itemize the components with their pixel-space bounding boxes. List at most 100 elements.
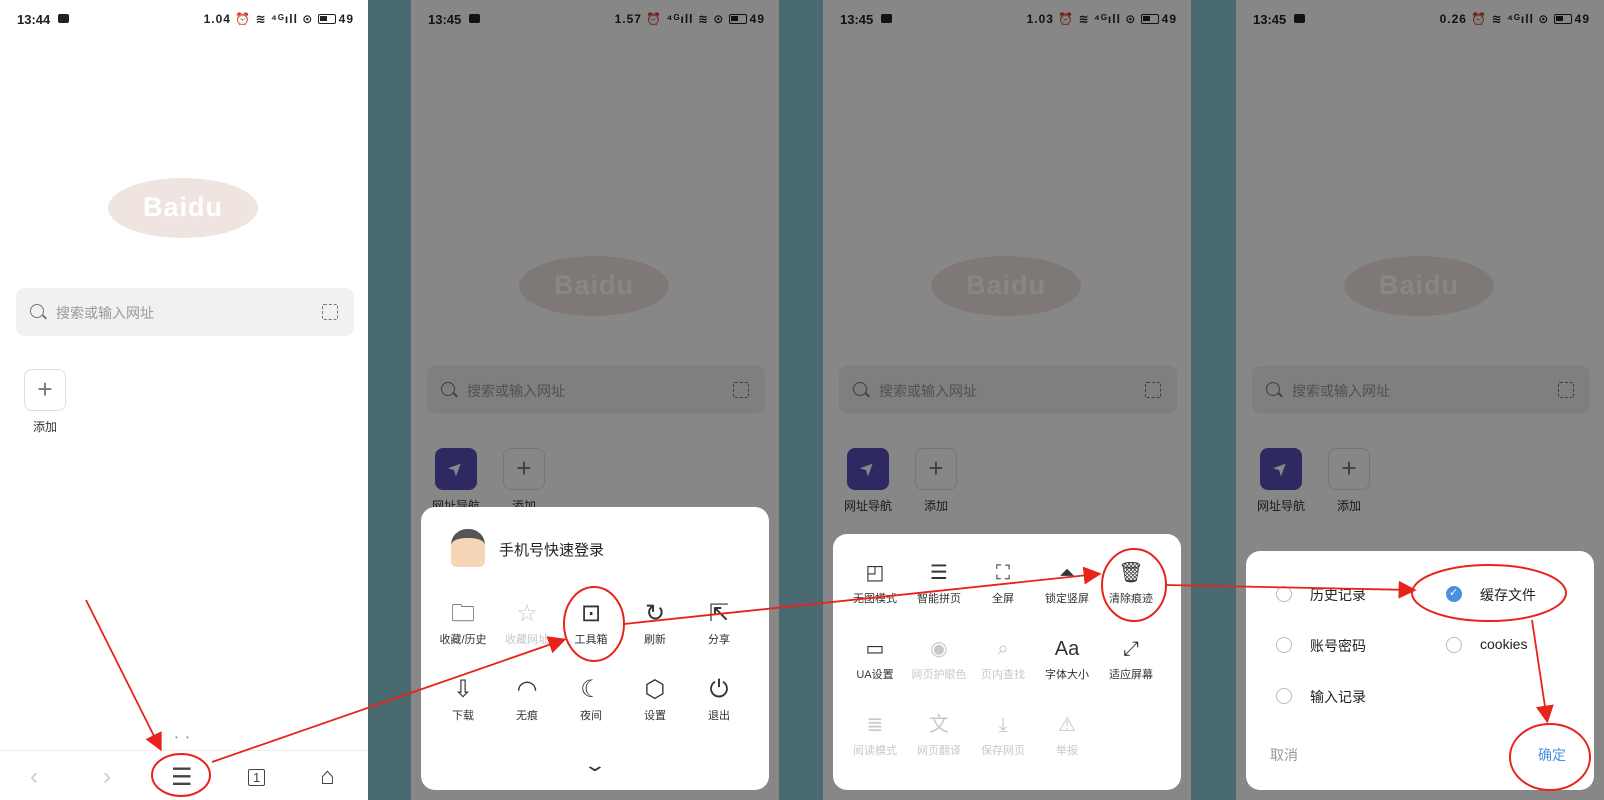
menu-button[interactable]: ☰ — [171, 763, 193, 792]
cookies-radio[interactable] — [1446, 637, 1462, 653]
tool-item-label: 网页翻译 — [917, 745, 961, 757]
tool-item-report[interactable]: ⚠ 举报 — [1035, 710, 1099, 758]
tool-item-label: 全屏 — [992, 593, 1014, 605]
menu-item-power[interactable]: ⏻ 退出 — [687, 675, 751, 723]
menu-item-label: 分享 — [708, 634, 730, 646]
download-icon: ⇩ — [452, 676, 474, 703]
menu-item-folder[interactable]: 🗀 收藏/历史 — [431, 599, 495, 647]
history-option[interactable]: 历史记录 — [1310, 585, 1366, 605]
tool-item-eye[interactable]: ◉ 网页护眼色 — [907, 634, 971, 682]
cancel-button[interactable]: 取消 — [1270, 745, 1298, 765]
login-text[interactable]: 手机号快速登录 — [499, 539, 604, 560]
tool-item-lock-portrait[interactable]: ⏶ 锁定竖屏 — [1035, 558, 1099, 606]
main-menu-sheet: 手机号快速登录 🗀 收藏/历史 ☆ 收藏网址 ⊡ 工具箱 ↻ 刷新 ⇱ 分享 ⇩ 下载 ◠ 无痕 ☾ 夜间 ⬡ 设… — [421, 507, 769, 790]
find-in-page-icon: ⌕ — [997, 638, 1009, 660]
battery-level: 49 — [338, 12, 354, 26]
menu-item-label: 设置 — [644, 710, 666, 722]
add-shortcut-button[interactable] — [24, 369, 66, 411]
tool-item-label: 无图模式 — [853, 593, 897, 605]
save-page-icon: ⤓ — [998, 714, 1008, 736]
report-icon: ⚠ — [1058, 714, 1076, 736]
cookies-option[interactable]: cookies — [1480, 636, 1527, 652]
phone-screen-4: 13:45 0.26 ⏰ ≋ ⁴ᴳıll ⊙ 49 Baidu 搜索或输入网址 … — [1236, 0, 1604, 800]
menu-item-label: 退出 — [708, 710, 730, 722]
menu-item-label: 夜间 — [580, 710, 602, 722]
tool-item-no-image[interactable]: ◰ 无图模式 — [843, 558, 907, 606]
menu-item-toolbox[interactable]: ⊡ 工具箱 — [559, 599, 623, 647]
tutorial-collage: 13:44 1.04 ⏰ ≋ ⁴ᴳıll ⊙ 49 Baidu 搜索或输入网址 … — [0, 0, 1604, 800]
tool-item-fullscreen[interactable]: ⛶ 全屏 — [971, 558, 1035, 606]
battery-icon — [317, 14, 336, 24]
cache-option[interactable]: 缓存文件 — [1480, 585, 1536, 605]
tool-item-label: 清除痕迹 — [1109, 593, 1153, 605]
menu-item-label: 工具箱 — [574, 634, 608, 646]
tool-item-font-size[interactable]: Aa 字体大小 — [1035, 634, 1099, 682]
tool-item-label: 智能拼页 — [917, 593, 961, 605]
monitor-icon: ▭ — [865, 638, 885, 660]
smart-page-icon: ☰ — [930, 562, 948, 584]
password-radio[interactable] — [1276, 637, 1292, 653]
home-button[interactable]: ⌂ — [320, 763, 335, 791]
ghost-icon: ◠ — [516, 676, 538, 703]
search-icon — [30, 304, 44, 318]
tool-item-label: 举报 — [1056, 745, 1078, 757]
tool-item-reader[interactable]: ≣ 阅读模式 — [843, 710, 907, 758]
tool-item-trash[interactable]: 🗑 清除痕迹 — [1099, 558, 1163, 606]
menu-item-moon[interactable]: ☾ 夜间 — [559, 675, 623, 723]
avatar[interactable] — [451, 529, 485, 567]
share-icon: ⇱ — [708, 600, 730, 627]
menu-item-label: 收藏网址 — [505, 634, 549, 646]
power-icon: ⏻ — [709, 676, 729, 703]
menu-item-settings[interactable]: ⬡ 设置 — [623, 675, 687, 723]
menu-item-refresh[interactable]: ↻ 刷新 — [623, 599, 687, 647]
tabs-button[interactable]: 1 — [248, 769, 266, 786]
toolbox-icon: ⊡ — [580, 600, 602, 627]
menu-item-label: 下载 — [452, 710, 474, 722]
status-indicators: 1.04 ⏰ ≋ ⁴ᴳıll ⊙ — [203, 12, 314, 26]
fullscreen-icon: ⛶ — [996, 562, 1010, 584]
star-icon: ☆ — [516, 600, 538, 627]
reader-icon: ≣ — [866, 714, 884, 736]
fit-screen-icon: ⤢ — [1123, 638, 1139, 660]
tool-item-label: 锁定竖屏 — [1045, 593, 1089, 605]
search-box[interactable]: 搜索或输入网址 — [16, 288, 354, 336]
menu-item-star[interactable]: ☆ 收藏网址 — [495, 599, 559, 647]
tool-item-save-page[interactable]: ⤓ 保存网页 — [971, 710, 1035, 758]
tool-item-smart-page[interactable]: ☰ 智能拼页 — [907, 558, 971, 606]
confirm-button[interactable]: 确定 — [1538, 745, 1566, 765]
moon-icon: ☾ — [580, 676, 602, 703]
tool-item-label: UA设置 — [856, 669, 894, 681]
message-icon — [58, 14, 69, 23]
status-icons: 1.04 ⏰ ≋ ⁴ᴳıll ⊙ 49 — [204, 12, 354, 26]
forward-button[interactable]: › — [103, 763, 111, 791]
tool-item-label: 页内查找 — [981, 669, 1025, 681]
eye-icon: ◉ — [930, 638, 948, 660]
tool-item-translate[interactable]: 文网页翻译 — [907, 710, 971, 758]
status-time: 13:44 — [17, 12, 51, 27]
folder-icon: 🗀 — [451, 600, 475, 627]
refresh-icon: ↻ — [644, 600, 666, 627]
tool-item-monitor[interactable]: ▭ UA设置 — [843, 634, 907, 682]
scan-icon[interactable] — [322, 304, 338, 320]
phone-screen-2: 13:45 1.57 ⏰ ⁴ᴳıll ≋ ⊙ 49 Baidu 搜索或输入网址 … — [411, 0, 779, 800]
back-button[interactable]: ‹ — [30, 763, 38, 791]
menu-item-label: 刷新 — [644, 634, 666, 646]
cache-radio[interactable] — [1446, 586, 1462, 602]
menu-item-ghost[interactable]: ◠ 无痕 — [495, 675, 559, 723]
input-history-option[interactable]: 输入记录 — [1310, 687, 1366, 707]
menu-item-download[interactable]: ⇩ 下载 — [431, 675, 495, 723]
search-placeholder: 搜索或输入网址 — [56, 305, 154, 321]
tool-item-find-in-page[interactable]: ⌕ 页内查找 — [971, 634, 1035, 682]
collapse-icon[interactable]: ⌄ — [411, 755, 779, 776]
tool-item-label: 字体大小 — [1045, 669, 1089, 681]
password-option[interactable]: 账号密码 — [1310, 636, 1366, 656]
menu-item-share[interactable]: ⇱ 分享 — [687, 599, 751, 647]
bottom-nav: ‹ › ☰ 1 ⌂ — [0, 750, 368, 800]
phone-screen-1: 13:44 1.04 ⏰ ≋ ⁴ᴳıll ⊙ 49 Baidu 搜索或输入网址 … — [0, 0, 368, 800]
history-radio[interactable] — [1276, 586, 1292, 602]
tool-item-fit-screen[interactable]: ⤢ 适应屏幕 — [1099, 634, 1163, 682]
menu-item-label: 收藏/历史 — [439, 634, 487, 646]
input-history-radio[interactable] — [1276, 688, 1292, 704]
tool-item-label: 保存网页 — [981, 745, 1025, 757]
toolbox-sheet: ◰ 无图模式 ☰ 智能拼页 ⛶ 全屏 ⏶ 锁定竖屏 🗑 清除痕迹 ▭ UA设置 ◉ 网页护眼色 ⌕ 页内查找 A… — [833, 534, 1181, 790]
